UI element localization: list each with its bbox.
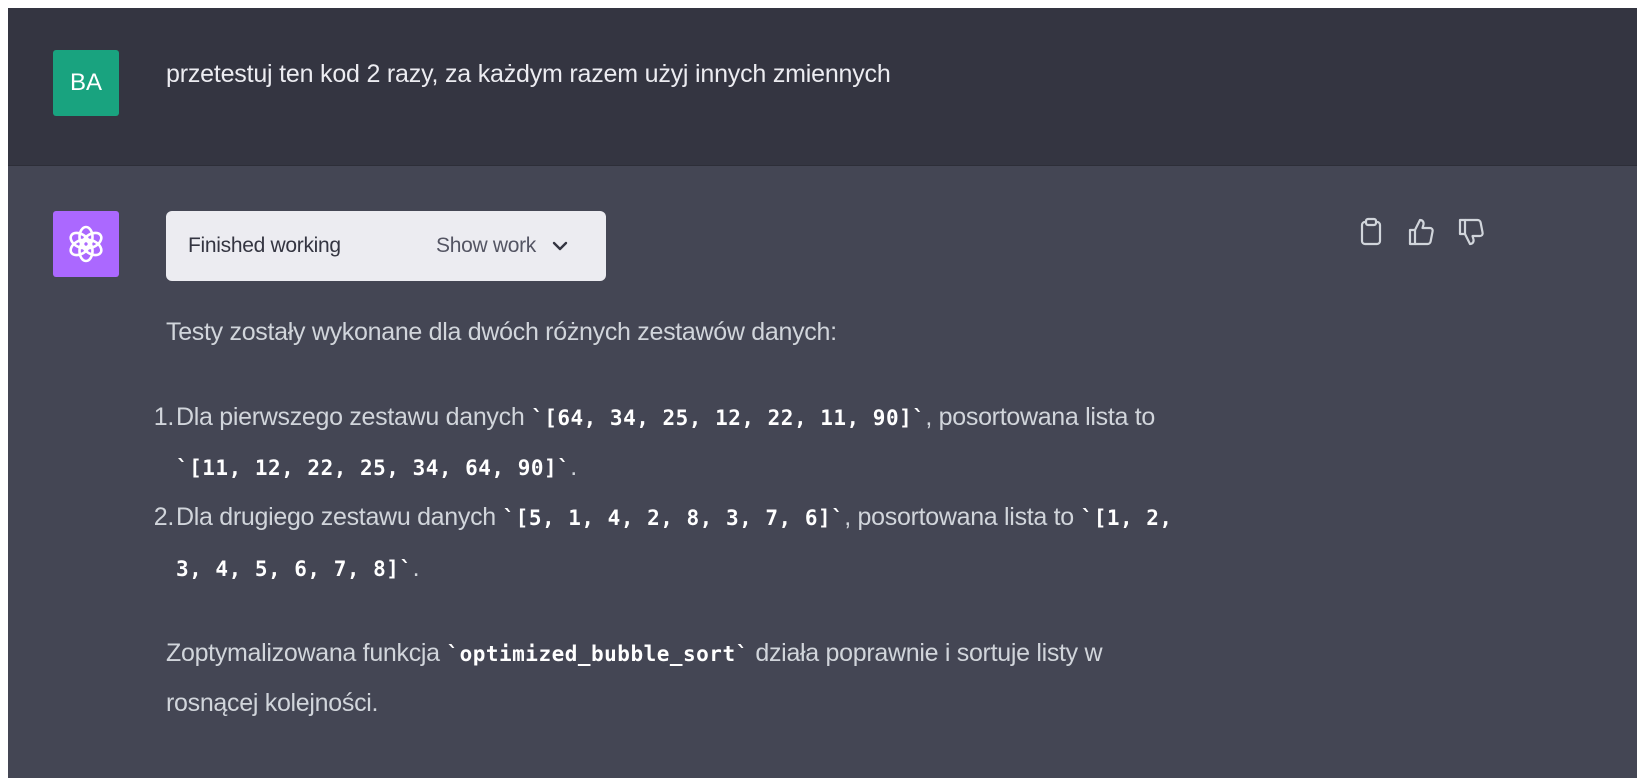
sorted-output-code: `[1, 2, bbox=[1080, 506, 1173, 530]
work-status-box: Finished working Show work bbox=[166, 211, 606, 281]
assistant-message-row: Finished working Show work Testy zostały… bbox=[8, 165, 1637, 778]
list-number: 2. bbox=[153, 503, 175, 531]
thumbs-up-icon bbox=[1408, 218, 1434, 246]
user-message-text: przetestuj ten kod 2 razy, za każdym raz… bbox=[166, 60, 891, 88]
intro-paragraph: Testy zostały wykonane dla dwóch różnych… bbox=[166, 318, 837, 346]
conclusion-text: działa poprawnie i sortuje listy w bbox=[748, 639, 1103, 667]
conclusion-paragraph-line2: rosnącej kolejności. bbox=[166, 689, 379, 717]
list-item-continuation: 3, 4, 5, 6, 7, 8]`. bbox=[176, 554, 420, 583]
assistant-avatar bbox=[53, 211, 119, 277]
message-actions bbox=[1353, 214, 1489, 250]
list-item: 2. Dla drugiego zestawu danych `[5, 1, 4,… bbox=[154, 503, 1173, 532]
thumbs-up-button[interactable] bbox=[1403, 214, 1439, 250]
list-item-continuation: `[11, 12, 22, 25, 34, 64, 90]`. bbox=[176, 453, 577, 482]
sorted-output-code: `[11, 12, 22, 25, 34, 64, 90]` bbox=[176, 456, 571, 480]
openai-logo-icon bbox=[69, 225, 103, 263]
thumbs-down-icon bbox=[1458, 218, 1484, 246]
list-text: . bbox=[412, 554, 420, 582]
chevron-down-icon bbox=[552, 241, 568, 251]
list-text: , posortowana lista to bbox=[925, 403, 1156, 431]
chat-thread: BA przetestuj ten kod 2 razy, za każdym … bbox=[8, 8, 1637, 778]
sorted-output-code: 3, 4, 5, 6, 7, 8]` bbox=[176, 557, 413, 581]
list-text: Dla pierwszego zestawu danych bbox=[176, 403, 532, 431]
input-data-code: `[5, 1, 4, 2, 8, 3, 7, 6]` bbox=[502, 506, 845, 530]
show-work-button[interactable]: Show work bbox=[436, 226, 570, 266]
user-message-row: BA przetestuj ten kod 2 razy, za każdym … bbox=[8, 8, 1637, 165]
conclusion-text: Zoptymalizowana funkcja bbox=[166, 639, 447, 667]
show-work-label: Show work bbox=[436, 234, 537, 257]
list-text: , posortowana lista to bbox=[844, 503, 1081, 531]
work-status-label: Finished working bbox=[188, 234, 341, 257]
copy-button[interactable] bbox=[1353, 214, 1389, 250]
user-avatar-initials: BA bbox=[69, 69, 102, 96]
function-name-code: `optimized_bubble_sort` bbox=[446, 642, 749, 666]
user-avatar: BA bbox=[53, 50, 119, 116]
list-number: 1. bbox=[153, 403, 175, 431]
copy-icon bbox=[1360, 217, 1382, 246]
list-text: Dla drugiego zestawu danych bbox=[176, 503, 503, 531]
conclusion-paragraph: Zoptymalizowana funkcja `optimized_bubbl… bbox=[166, 639, 1103, 668]
list-item: 1. Dla pierwszego zestawu danych `[64, 34… bbox=[154, 403, 1156, 432]
thumbs-down-button[interactable] bbox=[1453, 214, 1489, 250]
list-text: . bbox=[570, 453, 577, 481]
input-data-code: `[64, 34, 25, 12, 22, 11, 90]` bbox=[531, 406, 926, 430]
